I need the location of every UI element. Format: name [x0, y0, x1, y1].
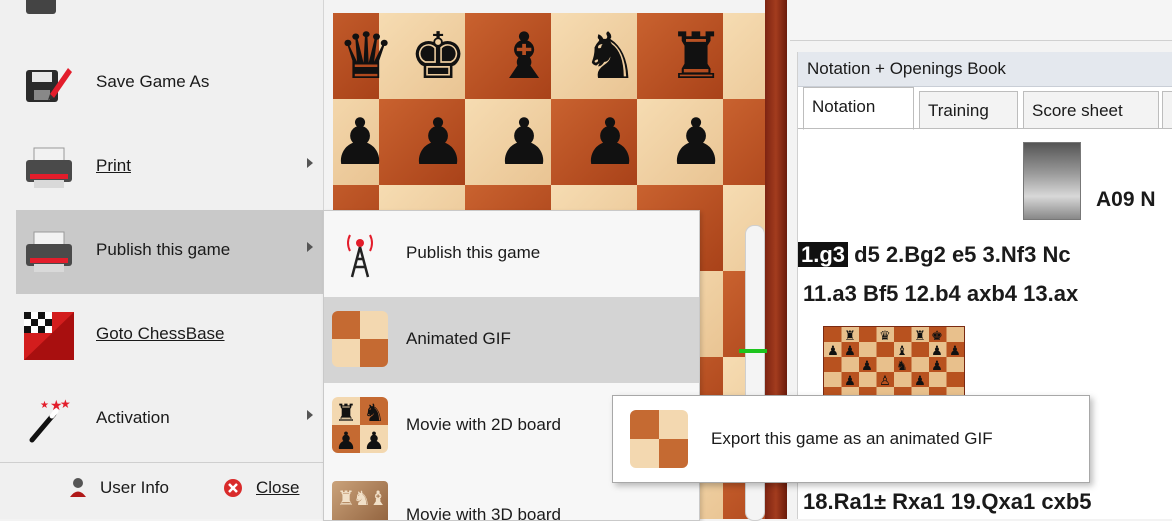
svg-text:★: ★ — [60, 397, 71, 411]
current-move[interactable]: 1.g3 — [798, 242, 849, 267]
svg-text:♟: ♟ — [931, 343, 943, 358]
moves-line: 1.g3 d5 2.Bg2 e5 3.Nf3 Nc — [798, 242, 1071, 268]
black-pawn-piece[interactable]: ♟ — [567, 99, 653, 185]
submenu-item-label: Movie with 2D board — [406, 415, 561, 434]
submenu-arrow-icon — [307, 158, 313, 168]
svg-text:♟: ♟ — [861, 358, 873, 373]
3d-board-icon: ♜ ♞ ♝ — [332, 481, 388, 520]
menu-item-label: Activation — [96, 408, 170, 427]
black-pawn-piece[interactable]: ♟ — [653, 99, 739, 185]
user-info-icon — [68, 476, 88, 503]
2d-board-icon: ♜ ♞ ♟ ♟ — [332, 397, 388, 453]
svg-text:♞: ♞ — [363, 400, 385, 427]
broadcast-tower-icon — [332, 225, 388, 281]
file-menu-panel: Save Game As Print Publish this game Got… — [0, 0, 324, 519]
svg-text:♟: ♟ — [363, 428, 385, 453]
submenu-item-label: Publish this game — [406, 243, 541, 262]
svg-text:♟: ♟ — [844, 373, 856, 388]
menu-item-label: Print — [96, 156, 131, 175]
svg-text:♝: ♝ — [369, 488, 387, 510]
chessbase-logo-icon — [24, 312, 74, 360]
moves-line[interactable]: 18.Ra1± Rxa1 19.Qxa1 cxb5 — [803, 489, 1092, 515]
moves-text[interactable]: d5 2.Bg2 e5 3.Nf3 Nc — [848, 242, 1070, 267]
tab-label: Score sheet — [1032, 101, 1123, 120]
black-pawn-piece[interactable]: ♟ — [481, 99, 567, 185]
opening-code: A09 N — [1096, 188, 1156, 211]
svg-text:♟: ♟ — [931, 358, 943, 373]
black-pawn-piece[interactable]: ♟ — [395, 99, 481, 185]
svg-text:★: ★ — [40, 400, 49, 411]
pane-title: Notation + Openings Book — [807, 59, 1006, 78]
tab-score-sheet[interactable]: Score sheet — [1023, 91, 1159, 129]
menu-item-print[interactable]: Print — [16, 126, 323, 210]
menu-item-label: Publish this game — [96, 240, 231, 259]
submenu-arrow-icon — [307, 242, 313, 252]
magic-wand-icon: ★ ★ ★ — [24, 396, 74, 444]
pane-title-bar: Notation + Openings Book — [798, 52, 1172, 87]
svg-text:♟: ♟ — [914, 373, 926, 388]
menu-item-publish-this-game[interactable]: Publish this game — [16, 210, 323, 294]
svg-text:♝: ♝ — [896, 343, 908, 358]
menu-item-partial-icon — [26, 0, 56, 14]
svg-text:♜: ♜ — [914, 328, 926, 343]
slider-marker[interactable] — [739, 349, 767, 353]
animated-gif-icon — [332, 311, 388, 367]
user-info-link[interactable]: User Info — [100, 478, 169, 498]
svg-text:♟: ♟ — [949, 343, 961, 358]
submenu-item-label: Movie with 3D board — [406, 505, 561, 520]
svg-text:♟: ♟ — [335, 428, 357, 453]
svg-text:♞: ♞ — [896, 358, 908, 373]
menu-item-label: Save Game As — [96, 72, 210, 91]
submenu-arrow-icon — [307, 410, 313, 420]
svg-text:♚: ♚ — [931, 328, 943, 343]
submenu-item-label: Animated GIF — [406, 329, 511, 348]
toolbar-area — [790, 0, 1172, 41]
svg-text:♛: ♛ — [879, 328, 891, 343]
player-photo — [1023, 142, 1081, 220]
tab-label: Training — [928, 101, 989, 120]
moves-line[interactable]: 11.a3 Bf5 12.b4 axb4 13.ax — [803, 281, 1078, 307]
tab-label: Notation — [812, 97, 876, 116]
menu-item-activation[interactable]: ★ ★ ★ Activation — [16, 378, 323, 462]
svg-text:♟: ♟ — [827, 343, 839, 358]
tab-overflow[interactable] — [1162, 91, 1172, 129]
svg-text:♜: ♜ — [844, 328, 856, 343]
svg-text:♜: ♜ — [335, 400, 357, 427]
menu-divider — [0, 462, 323, 463]
submenu-item-publish-this-game[interactable]: Publish this game — [324, 211, 699, 297]
black-rook-piece[interactable]: ♜ — [653, 13, 739, 99]
svg-text:♙: ♙ — [879, 373, 891, 388]
menu-item-goto-chessbase[interactable]: Goto ChessBase — [16, 294, 323, 378]
tab-notation[interactable]: Notation — [803, 87, 914, 130]
tooltip: Export this game as an animated GIF — [612, 395, 1090, 483]
menu-item-save-game-as[interactable]: Save Game As — [16, 42, 323, 126]
black-pawn-piece[interactable]: ♟ — [333, 99, 403, 185]
tab-training[interactable]: Training — [919, 91, 1018, 129]
menu-item-label: Goto ChessBase — [96, 324, 225, 343]
close-icon — [223, 478, 243, 503]
black-knight-piece[interactable]: ♞ — [567, 13, 653, 99]
black-king-piece[interactable]: ♚ — [395, 13, 481, 99]
close-link[interactable]: Close — [256, 478, 299, 498]
save-as-icon — [24, 60, 74, 108]
tab-divider — [798, 128, 1172, 129]
black-bishop-piece[interactable]: ♝ — [481, 13, 567, 99]
animated-gif-icon — [630, 410, 688, 468]
printer-icon — [24, 144, 74, 192]
submenu-item-animated-gif[interactable]: Animated GIF — [324, 297, 699, 383]
tooltip-text: Export this game as an animated GIF — [711, 429, 993, 448]
printer-icon — [24, 228, 74, 276]
svg-text:♟: ♟ — [844, 343, 856, 358]
